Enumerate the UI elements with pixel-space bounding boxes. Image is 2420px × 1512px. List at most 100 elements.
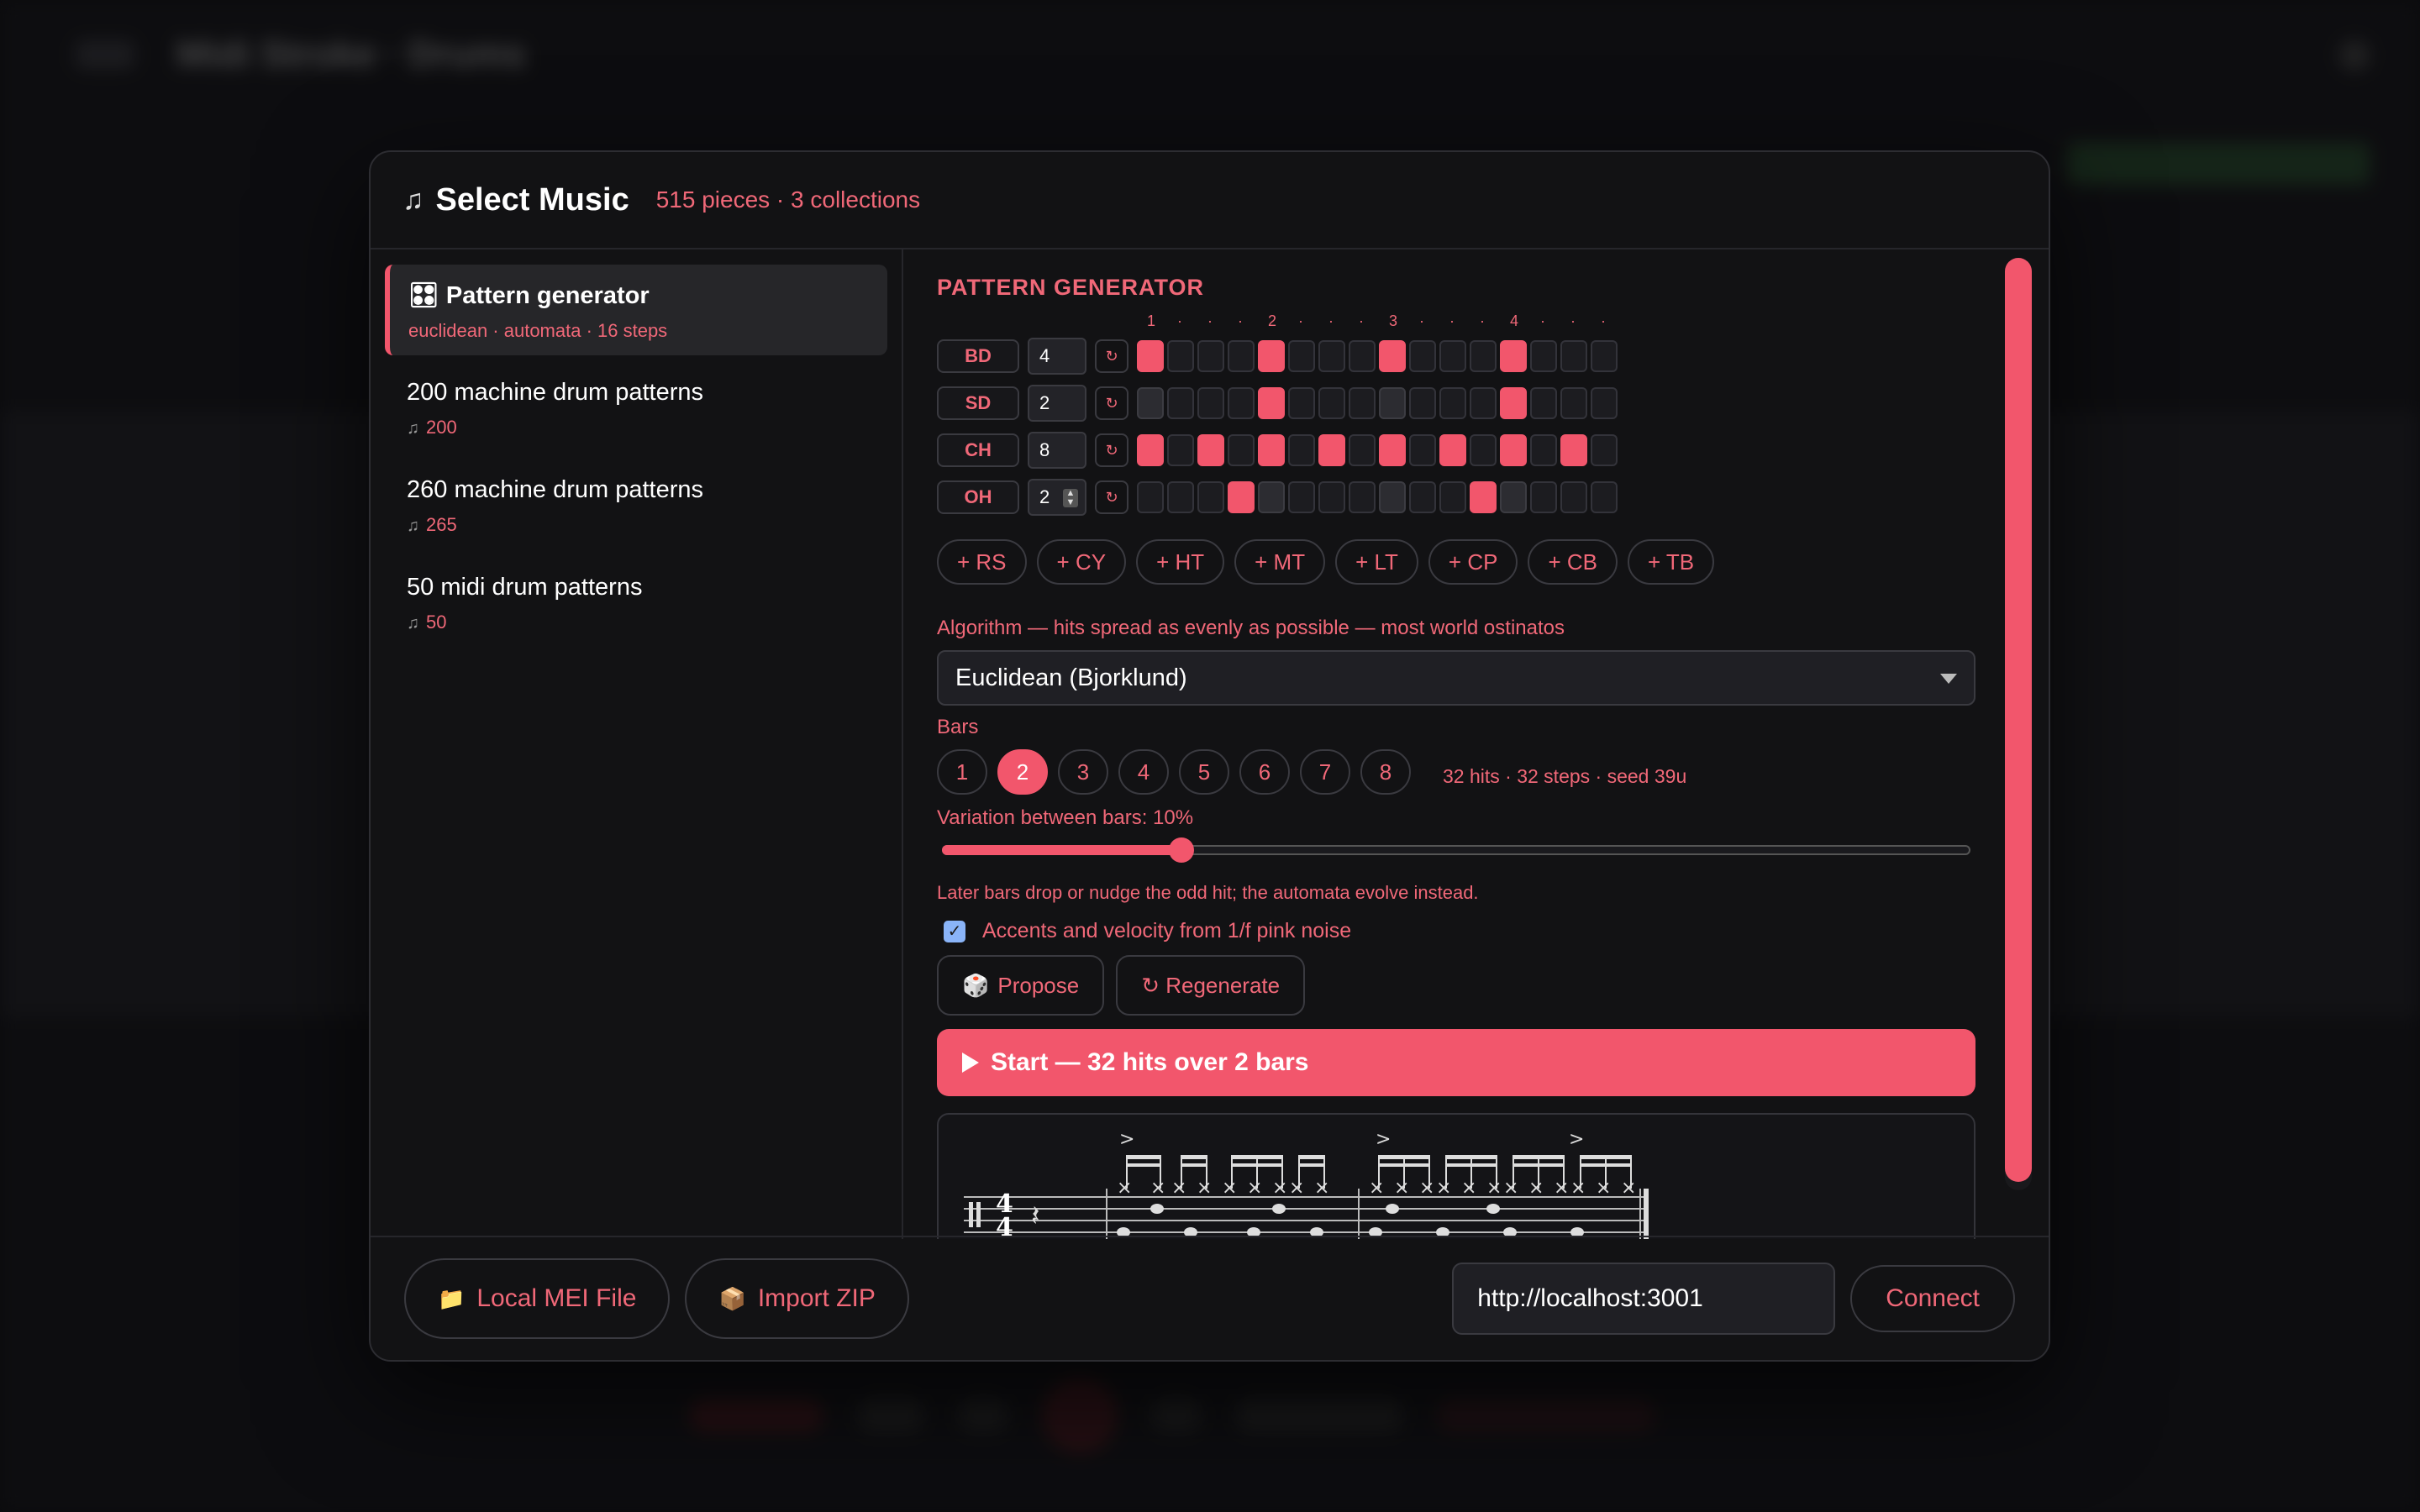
step-cell[interactable] xyxy=(1167,481,1194,513)
bars-option[interactable]: 8 xyxy=(1360,749,1411,795)
step-cell[interactable] xyxy=(1560,434,1587,466)
step-cell[interactable] xyxy=(1288,481,1315,513)
panel-scrollbar[interactable] xyxy=(2005,258,2032,1190)
step-cell[interactable] xyxy=(1379,387,1406,419)
step-cell[interactable] xyxy=(1167,387,1194,419)
step-cell[interactable] xyxy=(1470,387,1497,419)
scrollbar-thumb[interactable] xyxy=(2005,258,2032,1182)
step-cell[interactable] xyxy=(1167,340,1194,372)
start-button[interactable]: Start — 32 hits over 2 bars xyxy=(937,1029,1975,1096)
step-cell[interactable] xyxy=(1349,340,1376,372)
lane-button[interactable]: CH xyxy=(937,433,1019,467)
stepper-icon[interactable]: ▲ ▼ xyxy=(1063,489,1078,507)
slider-thumb[interactable] xyxy=(1169,837,1194,863)
step-cell[interactable] xyxy=(1349,481,1376,513)
step-cell[interactable] xyxy=(1560,387,1587,419)
step-cell[interactable] xyxy=(1591,481,1618,513)
step-cell[interactable] xyxy=(1318,481,1345,513)
add-lane-button[interactable]: + TB xyxy=(1627,539,1715,585)
bars-option[interactable]: 4 xyxy=(1118,749,1169,795)
step-cell[interactable] xyxy=(1288,434,1315,466)
server-url-input[interactable]: http://localhost:3001 xyxy=(1452,1263,1836,1335)
step-cell[interactable] xyxy=(1470,340,1497,372)
step-cell[interactable] xyxy=(1197,387,1224,419)
regenerate-button[interactable]: ↻ Regenerate xyxy=(1116,955,1306,1016)
step-cell[interactable] xyxy=(1439,434,1466,466)
step-cell[interactable] xyxy=(1379,340,1406,372)
step-cell[interactable] xyxy=(1409,481,1436,513)
step-cell[interactable] xyxy=(1470,481,1497,513)
algorithm-select[interactable]: Euclidean (Bjorklund) xyxy=(937,650,1975,706)
step-cell[interactable] xyxy=(1197,434,1224,466)
step-cell[interactable] xyxy=(1409,340,1436,372)
step-cell[interactable] xyxy=(1318,387,1345,419)
step-cell[interactable] xyxy=(1167,434,1194,466)
collection-item-200-machine[interactable]: 200 machine drum patterns ♫ 200 xyxy=(385,362,887,453)
step-cell[interactable] xyxy=(1560,481,1587,513)
hits-input[interactable]: 2 ▲ ▼ xyxy=(1028,479,1086,516)
step-cell[interactable] xyxy=(1530,434,1557,466)
step-cell[interactable] xyxy=(1500,340,1527,372)
step-cell[interactable] xyxy=(1530,340,1557,372)
step-cell[interactable] xyxy=(1258,481,1285,513)
add-lane-button[interactable]: + RS xyxy=(937,539,1027,585)
step-cell[interactable] xyxy=(1500,481,1527,513)
add-lane-button[interactable]: + CB xyxy=(1528,539,1618,585)
step-cell[interactable] xyxy=(1530,481,1557,513)
step-cell[interactable] xyxy=(1318,340,1345,372)
step-cell[interactable] xyxy=(1500,434,1527,466)
step-cell[interactable] xyxy=(1137,434,1164,466)
step-cell[interactable] xyxy=(1439,387,1466,419)
step-cell[interactable] xyxy=(1591,340,1618,372)
bars-option[interactable]: 3 xyxy=(1058,749,1108,795)
step-cell[interactable] xyxy=(1591,434,1618,466)
bars-option[interactable]: 2 xyxy=(997,749,1048,795)
step-cell[interactable] xyxy=(1409,387,1436,419)
step-cell[interactable] xyxy=(1591,387,1618,419)
collection-item-260-machine[interactable]: 260 machine drum patterns ♫ 265 xyxy=(385,459,887,550)
step-cell[interactable] xyxy=(1228,340,1255,372)
lane-regenerate-icon[interactable]: ↻ xyxy=(1095,480,1128,514)
step-cell[interactable] xyxy=(1137,340,1164,372)
step-cell[interactable] xyxy=(1137,387,1164,419)
hits-input[interactable]: 8 xyxy=(1028,432,1086,469)
step-cell[interactable] xyxy=(1258,434,1285,466)
pink-noise-checkbox[interactable]: ✓ xyxy=(944,920,965,942)
local-mei-file-button[interactable]: 📁 Local MEI File xyxy=(404,1258,671,1339)
hits-input[interactable]: 2 xyxy=(1028,385,1086,422)
add-lane-button[interactable]: + CY xyxy=(1036,539,1127,585)
step-cell[interactable] xyxy=(1470,434,1497,466)
step-cell[interactable] xyxy=(1379,434,1406,466)
lane-button[interactable]: OH xyxy=(937,480,1019,514)
step-cell[interactable] xyxy=(1439,340,1466,372)
lane-regenerate-icon[interactable]: ↻ xyxy=(1095,339,1128,373)
lane-regenerate-icon[interactable]: ↻ xyxy=(1095,386,1128,420)
step-cell[interactable] xyxy=(1560,340,1587,372)
lane-button[interactable]: BD xyxy=(937,339,1019,373)
collection-item-50-midi[interactable]: 50 midi drum patterns ♫ 50 xyxy=(385,557,887,648)
add-lane-button[interactable]: + MT xyxy=(1234,539,1326,585)
add-lane-button[interactable]: + LT xyxy=(1335,539,1418,585)
step-cell[interactable] xyxy=(1137,481,1164,513)
import-zip-button[interactable]: 📦 Import ZIP xyxy=(685,1258,909,1339)
bars-option[interactable]: 7 xyxy=(1300,749,1350,795)
step-cell[interactable] xyxy=(1379,481,1406,513)
bars-option[interactable]: 1 xyxy=(937,749,987,795)
variation-slider[interactable] xyxy=(937,833,1970,867)
step-cell[interactable] xyxy=(1439,481,1466,513)
lane-button[interactable]: SD xyxy=(937,386,1019,420)
step-cell[interactable] xyxy=(1258,340,1285,372)
lane-regenerate-icon[interactable]: ↻ xyxy=(1095,433,1128,467)
step-cell[interactable] xyxy=(1228,387,1255,419)
step-cell[interactable] xyxy=(1228,481,1255,513)
collection-item-pattern-generator[interactable]: 🎛 Pattern generator euclidean · automata… xyxy=(385,265,887,355)
step-cell[interactable] xyxy=(1409,434,1436,466)
step-cell[interactable] xyxy=(1530,387,1557,419)
step-cell[interactable] xyxy=(1500,387,1527,419)
step-cell[interactable] xyxy=(1349,434,1376,466)
hits-input[interactable]: 4 xyxy=(1028,338,1086,375)
bars-option[interactable]: 5 xyxy=(1179,749,1229,795)
add-lane-button[interactable]: + CP xyxy=(1428,539,1518,585)
step-cell[interactable] xyxy=(1318,434,1345,466)
connect-button[interactable]: Connect xyxy=(1850,1265,2015,1332)
